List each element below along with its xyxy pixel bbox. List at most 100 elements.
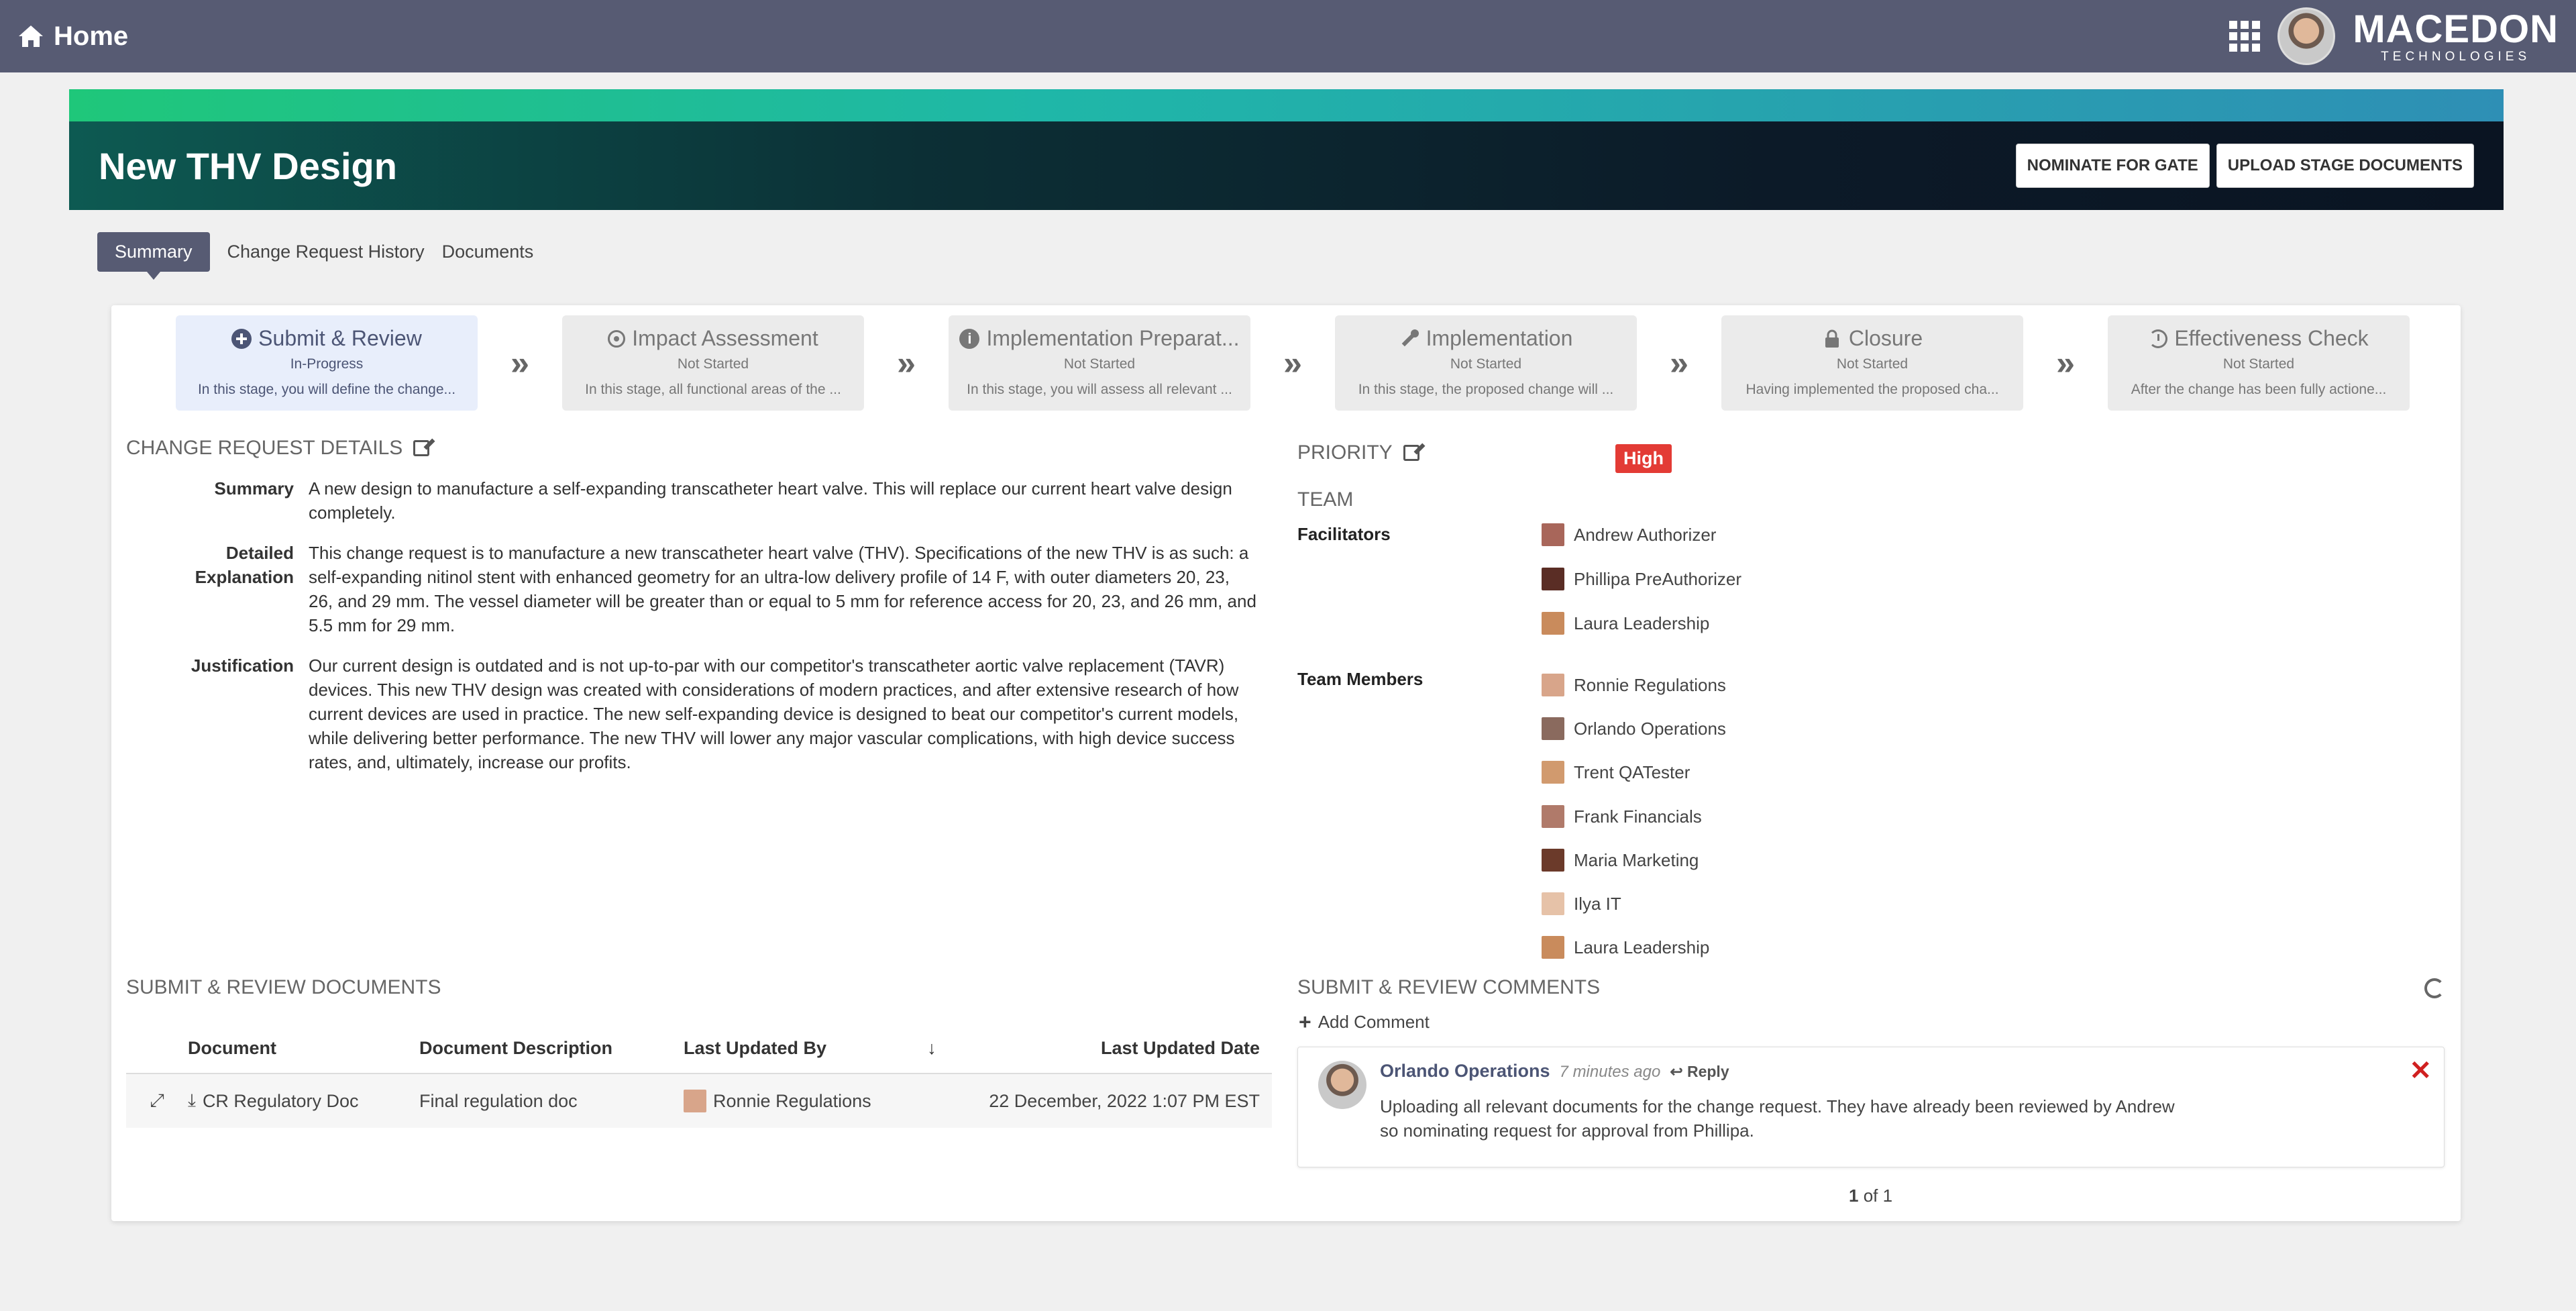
stage-impact-assessment[interactable]: Impact Assessment Not Started In this st…	[562, 315, 864, 411]
avatar	[1542, 674, 1564, 696]
avatar	[1542, 612, 1564, 635]
document-link[interactable]: CR Regulatory Doc	[203, 1091, 359, 1112]
stage-description: Having implemented the proposed cha...	[1746, 382, 1999, 397]
stage-title: Effectiveness Check	[2174, 326, 2369, 350]
history-icon	[2149, 329, 2168, 348]
avatar	[1542, 936, 1564, 959]
double-chevron-right-icon: »	[2056, 344, 2075, 382]
tab-bar: Summary Change Request History Documents	[97, 232, 534, 280]
person-name: Trent QATester	[1574, 762, 1690, 782]
upload-stage-documents-button[interactable]: UPLOAD STAGE DOCUMENTS	[2216, 144, 2474, 188]
column-header-updated-date[interactable]: Last Updated Date	[952, 1038, 1272, 1059]
comment-item: Orlando Operations 7 minutes ago ↩ Reply…	[1297, 1047, 2445, 1167]
stage-title: Submit & Review	[258, 326, 422, 350]
priority-badge: High	[1615, 444, 1672, 473]
column-header-updated-by[interactable]: Last Updated By	[684, 1038, 912, 1059]
stage-implementation-preparation[interactable]: i Implementation Preparat... Not Started …	[949, 315, 1250, 411]
add-comment-label: Add Comment	[1318, 1012, 1430, 1032]
stage-description: In this stage, the proposed change will …	[1358, 382, 1614, 397]
edit-icon[interactable]	[1403, 445, 1419, 461]
stage-description: In this stage, you will define the chang…	[197, 382, 456, 397]
column-header-document[interactable]: Document	[188, 1038, 419, 1059]
team-person: Ronnie Regulations	[1542, 674, 1726, 696]
documents-table: Document Document Description Last Updat…	[126, 1023, 1272, 1128]
reply-button[interactable]: ↩ Reply	[1670, 1063, 1729, 1081]
tab-documents[interactable]: Documents	[442, 232, 534, 272]
column-header-description[interactable]: Document Description	[419, 1038, 684, 1059]
user-avatar[interactable]	[2277, 7, 2336, 65]
comment-author: Orlando Operations	[1380, 1061, 1550, 1081]
stage-pipeline: Submit & Review In-Progress In this stag…	[176, 315, 2410, 411]
total-pages: 1	[1882, 1186, 1893, 1206]
info-icon: i	[959, 328, 980, 349]
double-chevron-right-icon: »	[511, 344, 529, 382]
detail-row-explanation: Detailed Explanation This change request…	[126, 541, 1258, 637]
team-person: Ilya IT	[1542, 892, 1621, 915]
stage-description: After the change has been fully actione.…	[2131, 382, 2387, 397]
person-name: Frank Financials	[1574, 806, 1702, 827]
target-icon	[608, 329, 626, 348]
stage-effectiveness-check[interactable]: Effectiveness Check Not Started After th…	[2108, 315, 2410, 411]
download-icon[interactable]: ⤓	[188, 1090, 196, 1112]
avatar	[1542, 523, 1564, 546]
table-row[interactable]: ⤢ ⤓ CR Regulatory Doc Final regulation d…	[126, 1074, 1272, 1128]
facilitators-label: Facilitators	[1297, 524, 1391, 544]
detail-row-summary: Summary A new design to manufacture a se…	[126, 476, 1258, 525]
stage-status: Not Started	[1450, 356, 1522, 372]
team-person: Andrew Authorizer	[1542, 523, 1716, 546]
avatar	[1542, 761, 1564, 784]
current-page: 1	[1849, 1186, 1859, 1206]
section-title: SUBMIT & REVIEW COMMENTS	[1297, 976, 1601, 998]
avatar	[1542, 849, 1564, 872]
home-link[interactable]: Home	[17, 21, 128, 52]
person-name: Orlando Operations	[1574, 718, 1726, 739]
stage-title: Impact Assessment	[632, 326, 818, 350]
person-name: Laura Leadership	[1574, 613, 1710, 633]
delete-comment-icon[interactable]: ✕	[2409, 1055, 2432, 1086]
tab-summary[interactable]: Summary	[97, 232, 210, 280]
home-icon	[19, 25, 43, 47]
summary-card: Submit & Review In-Progress In this stag…	[111, 305, 2461, 1221]
updated-date: 22 December, 2022 1:07 PM EST	[989, 1090, 1260, 1111]
expand-icon[interactable]: ⤢	[126, 1090, 188, 1112]
updated-by-name: Ronnie Regulations	[713, 1090, 871, 1111]
tab-change-request-history[interactable]: Change Request History	[227, 232, 425, 272]
avatar	[1318, 1061, 1366, 1109]
stage-implementation[interactable]: Implementation Not Started In this stage…	[1335, 315, 1637, 411]
plus-circle-icon	[231, 328, 252, 349]
stage-status: Not Started	[1836, 356, 1909, 372]
avatar	[1542, 892, 1564, 915]
nominate-for-gate-button[interactable]: NOMINATE FOR GATE	[2015, 144, 2210, 188]
stage-submit-review[interactable]: Submit & Review In-Progress In this stag…	[176, 315, 478, 411]
sort-down-arrow-icon[interactable]: ↓	[912, 1038, 952, 1059]
home-label: Home	[54, 21, 129, 51]
comments-heading: SUBMIT & REVIEW COMMENTS	[1297, 976, 1600, 999]
stage-status: Not Started	[2222, 356, 2295, 372]
avatar	[684, 1090, 706, 1112]
detail-row-justification: Justification Our current design is outd…	[126, 653, 1258, 774]
top-nav: Home MACEDON TECHNOLOGIES	[0, 0, 2576, 72]
stage-status: In-Progress	[290, 356, 364, 372]
detail-label: Justification	[191, 656, 294, 676]
detail-label: Detailed Explanation	[195, 543, 294, 587]
logo-name: MACEDON	[2353, 7, 2559, 51]
team-person: Orlando Operations	[1542, 717, 1726, 740]
stage-status: Not Started	[677, 356, 749, 372]
documents-heading: SUBMIT & REVIEW DOCUMENTS	[126, 976, 441, 999]
stage-closure[interactable]: Closure Not Started Having implemented t…	[1721, 315, 2023, 411]
add-comment-button[interactable]: + Add Comment	[1299, 1010, 1430, 1035]
detail-value: This change request is to manufacture a …	[309, 543, 1256, 635]
priority-heading: PRIORITY	[1297, 441, 1419, 464]
edit-icon[interactable]	[413, 440, 430, 456]
company-logo: MACEDON TECHNOLOGIES	[2353, 7, 2559, 63]
person-name: Andrew Authorizer	[1574, 524, 1717, 545]
section-title: CHANGE REQUEST DETAILS	[126, 437, 403, 459]
page-separator: of	[1863, 1186, 1878, 1206]
apps-grid-icon[interactable]	[2229, 21, 2261, 52]
person-name: Maria Marketing	[1574, 849, 1699, 870]
page-title: New THV Design	[99, 144, 397, 187]
stage-title: Implementation	[1426, 326, 1573, 350]
refresh-icon[interactable]	[2424, 978, 2445, 998]
team-person: Frank Financials	[1542, 805, 1702, 828]
section-title: TEAM	[1297, 488, 1354, 511]
